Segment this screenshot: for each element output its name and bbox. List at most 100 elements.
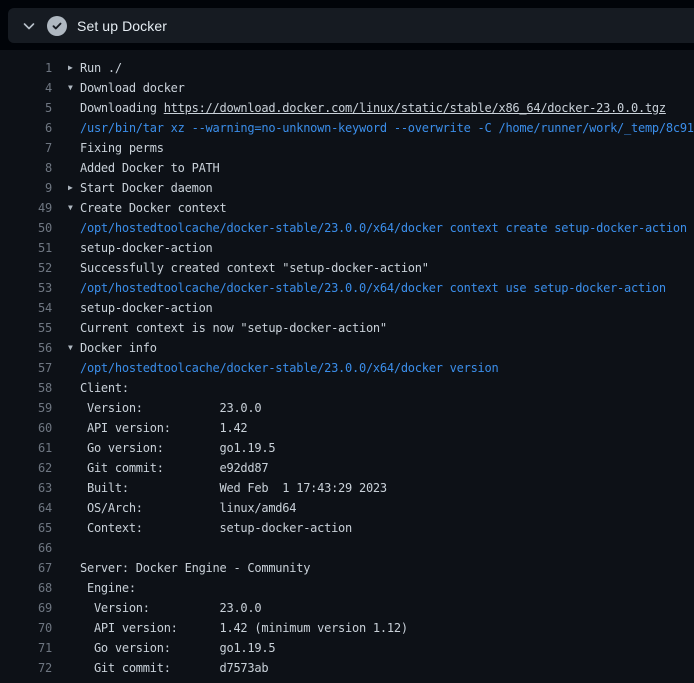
line-number[interactable]: 62 xyxy=(0,458,52,478)
marker-spacer xyxy=(68,378,80,398)
group-title[interactable]: Create Docker context xyxy=(80,201,226,215)
log-line[interactable]: 49 ▼Create Docker context xyxy=(0,198,694,218)
line-number[interactable]: 52 xyxy=(0,258,52,278)
line-number[interactable]: 55 xyxy=(0,318,52,338)
marker-spacer xyxy=(68,238,80,258)
line-number[interactable]: 67 xyxy=(0,558,52,578)
line-number[interactable]: 60 xyxy=(0,418,52,438)
log-line: 58Client: xyxy=(0,378,694,398)
collapse-triangle-icon[interactable]: ▼ xyxy=(68,78,80,98)
log-plain-text: Server: Docker Engine - Community xyxy=(80,561,310,575)
marker-spacer xyxy=(68,458,80,478)
line-number[interactable]: 69 xyxy=(0,598,52,618)
marker-spacer xyxy=(68,258,80,278)
line-number[interactable]: 68 xyxy=(0,578,52,598)
log-line: 65 Context: setup-docker-action xyxy=(0,518,694,538)
line-number[interactable]: 50 xyxy=(0,218,52,238)
log-line: 68 Engine: xyxy=(0,578,694,598)
log-text: Go version: go1.19.5 xyxy=(80,438,694,458)
expand-triangle-icon[interactable]: ▶ xyxy=(68,178,80,198)
log-line[interactable]: 4 ▼Download docker xyxy=(0,78,694,98)
line-number[interactable]: 70 xyxy=(0,618,52,638)
log-command-text: /opt/hostedtoolcache/docker-stable/23.0.… xyxy=(80,221,694,235)
log-plain-text: Version: 23.0.0 xyxy=(80,601,261,615)
group-title[interactable]: Start Docker daemon xyxy=(80,181,213,195)
log-text: Start Docker daemon xyxy=(80,178,694,198)
line-number[interactable]: 65 xyxy=(0,518,52,538)
line-number[interactable]: 1 xyxy=(0,58,52,78)
marker-spacer xyxy=(68,478,80,498)
log-line: 5 Downloading https://download.docker.com… xyxy=(0,98,694,118)
line-number[interactable]: 4 xyxy=(0,78,52,98)
marker-spacer xyxy=(68,318,80,338)
line-number[interactable]: 6 xyxy=(0,118,52,138)
marker-spacer xyxy=(68,358,80,378)
line-number[interactable]: 8 xyxy=(0,158,52,178)
log-text: Context: setup-docker-action xyxy=(80,518,694,538)
log-line: 60 API version: 1.42 xyxy=(0,418,694,438)
log-line: 6/usr/bin/tar xz --warning=no-unknown-ke… xyxy=(0,118,694,138)
line-number[interactable]: 49 xyxy=(0,198,52,218)
log-plain-text: Version: 23.0.0 xyxy=(80,401,261,415)
expand-triangle-icon[interactable]: ▶ xyxy=(68,58,80,78)
log-text: /opt/hostedtoolcache/docker-stable/23.0.… xyxy=(80,218,694,238)
log-link[interactable]: https://download.docker.com/linux/static… xyxy=(164,101,666,115)
log-text: setup-docker-action xyxy=(80,298,694,318)
group-title[interactable]: Run ./ xyxy=(80,61,122,75)
line-number[interactable]: 57 xyxy=(0,358,52,378)
line-number[interactable]: 5 xyxy=(0,98,52,118)
line-number[interactable]: 59 xyxy=(0,398,52,418)
line-number[interactable]: 9 xyxy=(0,178,52,198)
log-plain-text: setup-docker-action xyxy=(80,241,213,255)
log-text: Create Docker context xyxy=(80,198,694,218)
line-number[interactable]: 66 xyxy=(0,538,52,558)
line-number[interactable]: 63 xyxy=(0,478,52,498)
step-header[interactable]: Set up Docker xyxy=(8,8,694,43)
log-line: 61 Go version: go1.19.5 xyxy=(0,438,694,458)
log-text: Version: 23.0.0 xyxy=(80,598,694,618)
log-text: Added Docker to PATH xyxy=(80,158,694,178)
line-number[interactable]: 56 xyxy=(0,338,52,358)
line-number[interactable]: 72 xyxy=(0,658,52,678)
line-number[interactable]: 64 xyxy=(0,498,52,518)
log-text: Version: 23.0.0 xyxy=(80,398,694,418)
marker-spacer xyxy=(68,298,80,318)
chevron-down-icon[interactable] xyxy=(21,18,37,34)
log-line[interactable]: 56 ▼Docker info xyxy=(0,338,694,358)
log-plain-text: Current context is now "setup-docker-act… xyxy=(80,321,387,335)
log-text xyxy=(80,538,694,558)
marker-spacer xyxy=(68,618,80,638)
line-number[interactable]: 7 xyxy=(0,138,52,158)
marker-spacer xyxy=(68,658,80,678)
log-line: 50/opt/hostedtoolcache/docker-stable/23.… xyxy=(0,218,694,238)
log-text: Run ./ xyxy=(80,58,694,78)
marker-spacer xyxy=(68,138,80,158)
log-text: OS/Arch: linux/amd64 xyxy=(80,498,694,518)
collapse-triangle-icon[interactable]: ▼ xyxy=(68,338,80,358)
line-number[interactable]: 61 xyxy=(0,438,52,458)
log-command-text: /usr/bin/tar xz --warning=no-unknown-key… xyxy=(80,121,694,135)
collapse-triangle-icon[interactable]: ▼ xyxy=(68,198,80,218)
log-plain-text: Successfully created context "setup-dock… xyxy=(80,261,429,275)
group-title[interactable]: Docker info xyxy=(80,341,157,355)
line-number[interactable]: 53 xyxy=(0,278,52,298)
log-text: Fixing perms xyxy=(80,138,694,158)
log-command-text: /opt/hostedtoolcache/docker-stable/23.0.… xyxy=(80,281,666,295)
log-text: /opt/hostedtoolcache/docker-stable/23.0.… xyxy=(80,358,694,378)
log-text: Engine: xyxy=(80,578,694,598)
line-number[interactable]: 54 xyxy=(0,298,52,318)
log-line: 53/opt/hostedtoolcache/docker-stable/23.… xyxy=(0,278,694,298)
log-text: /opt/hostedtoolcache/docker-stable/23.0.… xyxy=(80,278,694,298)
log-line: 69 Version: 23.0.0 xyxy=(0,598,694,618)
log-line[interactable]: 9 ▶Start Docker daemon xyxy=(0,178,694,198)
log-plain-text: Engine: xyxy=(80,581,136,595)
log-text: API version: 1.42 (minimum version 1.12) xyxy=(80,618,694,638)
line-number[interactable]: 51 xyxy=(0,238,52,258)
line-number[interactable]: 71 xyxy=(0,638,52,658)
log-plain-text: Git commit: d7573ab xyxy=(80,661,268,675)
line-number[interactable]: 58 xyxy=(0,378,52,398)
group-title[interactable]: Download docker xyxy=(80,81,185,95)
log-line[interactable]: 1 ▶Run ./ xyxy=(0,58,694,78)
marker-spacer xyxy=(68,598,80,618)
log-plain-text: Downloading xyxy=(80,101,164,115)
